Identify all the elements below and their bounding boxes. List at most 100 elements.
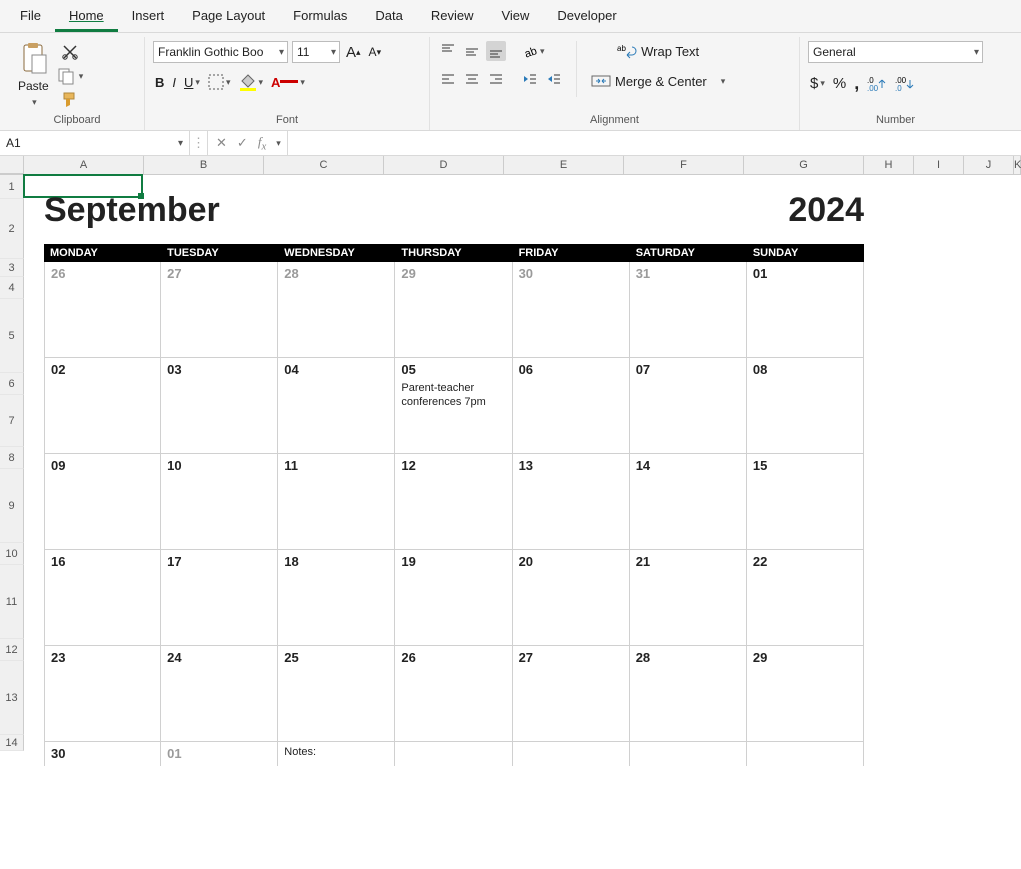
col-header[interactable]: F xyxy=(624,156,744,174)
column-headers[interactable]: A B C D E F G H I J K xyxy=(0,156,1021,175)
calendar-day-cell[interactable] xyxy=(513,742,630,766)
calendar-day-cell[interactable]: 30 xyxy=(513,262,630,358)
calendar-day-cell[interactable]: 27 xyxy=(161,262,278,358)
calendar-day-cell[interactable]: 24 xyxy=(161,646,278,742)
accept-formula-button[interactable]: ✓ xyxy=(235,133,250,153)
calendar-notes-cell[interactable]: Notes: xyxy=(278,742,395,766)
col-header[interactable]: C xyxy=(264,156,384,174)
col-header[interactable]: A xyxy=(24,156,144,174)
calendar-day-cell[interactable]: 07 xyxy=(630,358,747,454)
row-header[interactable]: 2 xyxy=(0,199,24,259)
italic-button[interactable]: I xyxy=(170,73,178,92)
col-header[interactable]: G xyxy=(744,156,864,174)
calendar-day-cell[interactable]: 26 xyxy=(44,262,161,358)
calendar-day-cell[interactable]: 30 xyxy=(44,742,161,766)
calendar-day-cell[interactable]: 10 xyxy=(161,454,278,550)
paste-button[interactable]: Paste ▾ xyxy=(18,41,49,108)
calendar-day-cell[interactable]: 31 xyxy=(630,262,747,358)
row-header[interactable]: 4 xyxy=(0,277,24,299)
name-box[interactable]: A1 xyxy=(0,131,190,155)
row-header[interactable]: 5 xyxy=(0,299,24,373)
insert-function-button[interactable]: fx xyxy=(256,132,268,155)
merge-center-button[interactable]: Merge & Center ▾ xyxy=(589,71,727,91)
tab-data[interactable]: Data xyxy=(361,2,416,32)
orientation-button[interactable]: ab▾ xyxy=(520,41,547,61)
calendar-day-cell[interactable]: 03 xyxy=(161,358,278,454)
calendar-day-cell[interactable]: 05Parent-teacher conferences 7pm xyxy=(395,358,512,454)
paste-dropdown-icon[interactable]: ▾ xyxy=(32,97,37,108)
calendar-day-cell[interactable]: 14 xyxy=(630,454,747,550)
chevron-down-icon[interactable]: ▾ xyxy=(276,138,281,149)
calendar-day-cell[interactable]: 21 xyxy=(630,550,747,646)
col-header[interactable]: K xyxy=(1014,156,1021,174)
calendar-day-cell[interactable]: 20 xyxy=(513,550,630,646)
calendar-day-cell[interactable]: 08 xyxy=(747,358,864,454)
format-painter-button[interactable] xyxy=(55,89,86,111)
underline-button[interactable]: U▾ xyxy=(182,73,202,92)
calendar-day-cell[interactable]: 26 xyxy=(395,646,512,742)
font-size-combo[interactable]: 11 xyxy=(292,41,340,63)
cancel-formula-button[interactable]: ✕ xyxy=(214,133,229,153)
calendar-day-cell[interactable]: 25 xyxy=(278,646,395,742)
select-all-corner[interactable] xyxy=(0,156,24,174)
align-middle-button[interactable] xyxy=(462,41,482,61)
calendar-day-cell[interactable]: 02 xyxy=(44,358,161,454)
calendar-day-cell[interactable]: 11 xyxy=(278,454,395,550)
col-header[interactable]: J xyxy=(964,156,1014,174)
calendar-day-cell[interactable]: 29 xyxy=(395,262,512,358)
align-bottom-button[interactable] xyxy=(486,41,506,61)
calendar-day-cell[interactable]: 22 xyxy=(747,550,864,646)
row-header[interactable]: 3 xyxy=(0,259,24,277)
tab-developer[interactable]: Developer xyxy=(543,2,630,32)
calendar-day-cell[interactable]: 17 xyxy=(161,550,278,646)
row-header[interactable]: 13 xyxy=(0,661,24,735)
align-left-button[interactable] xyxy=(438,69,458,89)
calendar-day-cell[interactable]: 28 xyxy=(630,646,747,742)
tab-page-layout[interactable]: Page Layout xyxy=(178,2,279,32)
col-header[interactable]: H xyxy=(864,156,914,174)
calendar-day-cell[interactable]: 18 xyxy=(278,550,395,646)
calendar-day-cell[interactable]: 19 xyxy=(395,550,512,646)
decrease-indent-button[interactable] xyxy=(520,69,540,89)
comma-format-button[interactable]: , xyxy=(852,71,861,96)
calendar-day-cell[interactable]: 01 xyxy=(161,742,278,766)
calendar-day-cell[interactable]: 06 xyxy=(513,358,630,454)
calendar-day-cell[interactable]: 29 xyxy=(747,646,864,742)
tab-insert[interactable]: Insert xyxy=(118,2,179,32)
row-header[interactable]: 10 xyxy=(0,543,24,565)
row-headers[interactable]: 1234567891011121314 xyxy=(0,175,24,751)
grow-font-button[interactable]: A▴ xyxy=(344,42,363,63)
row-header[interactable]: 9 xyxy=(0,469,24,543)
row-header[interactable]: 1 xyxy=(0,175,24,199)
calendar-day-cell[interactable] xyxy=(630,742,747,766)
tab-home[interactable]: Home xyxy=(55,2,118,32)
formula-input[interactable] xyxy=(288,131,1021,155)
calendar-day-cell[interactable] xyxy=(747,742,864,766)
increase-indent-button[interactable] xyxy=(544,69,564,89)
fill-color-button[interactable]: ▾ xyxy=(236,71,265,93)
percent-format-button[interactable]: % xyxy=(831,73,848,94)
increase-decimal-button[interactable]: .0.00 xyxy=(865,74,889,94)
row-header[interactable]: 14 xyxy=(0,735,24,751)
calendar-day-cell[interactable]: 12 xyxy=(395,454,512,550)
calendar-day-cell[interactable]: 28 xyxy=(278,262,395,358)
decrease-decimal-button[interactable]: .00.0 xyxy=(893,74,917,94)
row-header[interactable]: 12 xyxy=(0,639,24,661)
tab-view[interactable]: View xyxy=(487,2,543,32)
tab-formulas[interactable]: Formulas xyxy=(279,2,361,32)
align-center-button[interactable] xyxy=(462,69,482,89)
font-name-combo[interactable]: Franklin Gothic Boo xyxy=(153,41,288,63)
copy-button[interactable]: ▾ xyxy=(55,65,86,87)
tab-review[interactable]: Review xyxy=(417,2,488,32)
calendar-day-cell[interactable]: 13 xyxy=(513,454,630,550)
row-header[interactable]: 8 xyxy=(0,447,24,469)
col-header[interactable]: B xyxy=(144,156,264,174)
col-header[interactable]: I xyxy=(914,156,964,174)
align-top-button[interactable] xyxy=(438,41,458,61)
col-header[interactable]: E xyxy=(504,156,624,174)
calendar-day-cell[interactable]: 23 xyxy=(44,646,161,742)
shrink-font-button[interactable]: A▾ xyxy=(367,43,384,61)
bold-button[interactable]: B xyxy=(153,73,166,92)
calendar-day-cell[interactable]: 04 xyxy=(278,358,395,454)
calendar-day-cell[interactable]: 16 xyxy=(44,550,161,646)
